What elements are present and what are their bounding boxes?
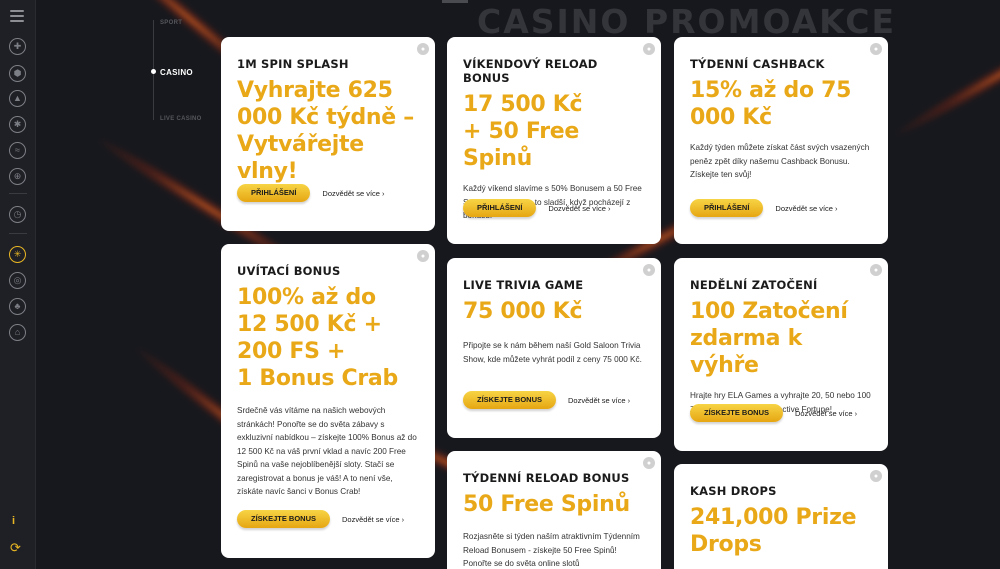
clock-icon[interactable]: ◷	[9, 206, 26, 223]
card-title: KASH DROPS	[690, 484, 777, 498]
category-subnav: SPORT CASINO LIVE CASINO	[150, 0, 220, 140]
get-bonus-button[interactable]: ZÍSKEJTE BONUS	[463, 391, 557, 409]
subnav-item-live-casino[interactable]: LIVE CASINO	[160, 116, 202, 122]
promo-card-weekly-reload: ● TÝDENNÍ RELOAD BONUS 50 Free Spinů Roz…	[447, 451, 661, 569]
card-description: Připojte se k nám během naší Gold Saloon…	[463, 341, 642, 364]
bank-icon[interactable]: ⌂	[9, 324, 26, 341]
login-button[interactable]: PŘIHLÁŠENÍ	[237, 184, 311, 202]
poker-icon[interactable]: ♣	[9, 298, 26, 315]
card-headline: 100% až do 12 500 Kč + 200 FS + 1 Bonus …	[237, 285, 398, 391]
card-headline: 17 500 Kč + 50 Free Spinů	[463, 92, 583, 171]
promo-card-sunday-spins: ● NEDĚLNÍ ZATOČENÍ 100 Zatočení zdarma k…	[674, 258, 888, 451]
card-actions: PŘIHLÁŠENÍ Dozvědět se více ›	[690, 199, 838, 217]
page-title: CASINO PROMOAKCE	[477, 2, 897, 38]
card-actions: PŘIHLÁŠENÍ Dozvědět se více ›	[463, 199, 611, 217]
sync-icon[interactable]: ⟳	[10, 540, 21, 556]
subnav-item-casino[interactable]: CASINO	[160, 68, 193, 77]
basketball-icon[interactable]: ✚	[9, 38, 26, 55]
card-headline: 100 Zatočení zdarma k výhře	[690, 299, 848, 378]
promo-card-1m-spin-splash: ● 1M SPIN SPLASH Vyhrajte 625 000 Kč týd…	[221, 37, 435, 231]
info-icon[interactable]: i	[12, 515, 15, 527]
card-actions: ZÍSKEJTE BONUS Dozvědět se více ›	[690, 404, 857, 422]
card-headline: 15% až do 75 000 Kč	[690, 78, 852, 130]
card-title: 1M SPIN SPLASH	[237, 57, 349, 71]
learn-more-link[interactable]: Dozvědět se více ›	[568, 396, 630, 405]
subnav-active-dot	[151, 69, 156, 74]
learn-more-link[interactable]: Dozvědět se více ›	[775, 204, 837, 213]
card-headline: Vyhrajte 625 000 Kč týdně – Vytvářejte v…	[237, 78, 414, 184]
card-corner-icon: ●	[417, 250, 429, 262]
learn-more-link[interactable]: Dozvědět se více ›	[322, 189, 384, 198]
card-actions: ZÍSKEJTE BONUS Dozvědět se více ›	[463, 391, 630, 409]
card-title: VÍKENDOVÝ RELOAD BONUS	[463, 57, 598, 85]
card-corner-icon: ●	[643, 43, 655, 55]
card-title: UVÍTACÍ BONUS	[237, 264, 341, 278]
card-title: TÝDENNÍ CASHBACK	[690, 57, 825, 71]
card-corner-icon: ●	[870, 43, 882, 55]
subnav-item-sport[interactable]: SPORT	[160, 20, 182, 26]
card-title: TÝDENNÍ RELOAD BONUS	[463, 471, 630, 485]
sidebar-divider	[9, 233, 27, 234]
promo-card-kash-drops: ● KASH DROPS 241,000 Prize Drops	[674, 464, 888, 569]
wifi-icon[interactable]: ≈	[9, 142, 26, 159]
card-description: Rozjasněte si týden naším atraktivním Tý…	[463, 532, 640, 568]
card-description: Srdečně vás vítáme na našich webových st…	[237, 406, 417, 496]
card-corner-icon: ●	[870, 470, 882, 482]
globe-icon[interactable]: ⊕	[9, 168, 26, 185]
top-tab-indicator	[442, 0, 468, 3]
card-headline: 75 000 Kč	[463, 299, 583, 324]
card-actions: ZÍSKEJTE BONUS Dozvědět se více ›	[237, 510, 404, 528]
card-description: Každý týden můžete získat část svých vsa…	[690, 143, 870, 179]
sidebar-divider	[9, 193, 27, 194]
promo-card-welcome-bonus: ● UVÍTACÍ BONUS 100% až do 12 500 Kč + 2…	[221, 244, 435, 558]
card-corner-icon: ●	[870, 264, 882, 276]
get-bonus-button[interactable]: ZÍSKEJTE BONUS	[690, 404, 784, 422]
card-title: LIVE TRIVIA GAME	[463, 278, 584, 292]
learn-more-link[interactable]: Dozvědět se více ›	[342, 515, 404, 524]
soccer-icon[interactable]: ⬢	[9, 65, 26, 82]
login-button[interactable]: PŘIHLÁŠENÍ	[690, 199, 764, 217]
volleyball-icon[interactable]: ✱	[9, 116, 26, 133]
card-headline: 241,000 Prize Drops	[690, 505, 857, 557]
card-actions: PŘIHLÁŠENÍ Dozvědět se více ›	[237, 184, 385, 202]
promo-card-live-trivia: ● LIVE TRIVIA GAME 75 000 Kč Připojte se…	[447, 258, 661, 438]
card-corner-icon: ●	[643, 264, 655, 276]
roulette-icon[interactable]: ✳	[9, 246, 26, 263]
card-corner-icon: ●	[417, 43, 429, 55]
get-bonus-button[interactable]: ZÍSKEJTE BONUS	[237, 510, 331, 528]
decorative-streak	[892, 0, 1000, 142]
promo-card-weekly-cashback: ● TÝDENNÍ CASHBACK 15% až do 75 000 Kč K…	[674, 37, 888, 244]
card-title: NEDĚLNÍ ZATOČENÍ	[690, 278, 818, 292]
login-button[interactable]: PŘIHLÁŠENÍ	[463, 199, 537, 217]
learn-more-link[interactable]: Dozvědět se více ›	[548, 204, 610, 213]
card-corner-icon: ●	[643, 457, 655, 469]
chip-icon[interactable]: ◎	[9, 272, 26, 289]
learn-more-link[interactable]: Dozvědět se více ›	[795, 409, 857, 418]
sidebar: ✚ ⬢ ▲ ✱ ≈ ⊕ ◷ ✳ ◎ ♣ ⌂ i ⟳	[0, 0, 36, 569]
promo-card-weekend-reload: ● VÍKENDOVÝ RELOAD BONUS 17 500 Kč + 50 …	[447, 37, 661, 244]
card-headline: 50 Free Spinů	[463, 492, 630, 517]
flame-icon[interactable]: ▲	[9, 90, 26, 107]
menu-icon[interactable]	[10, 10, 24, 22]
